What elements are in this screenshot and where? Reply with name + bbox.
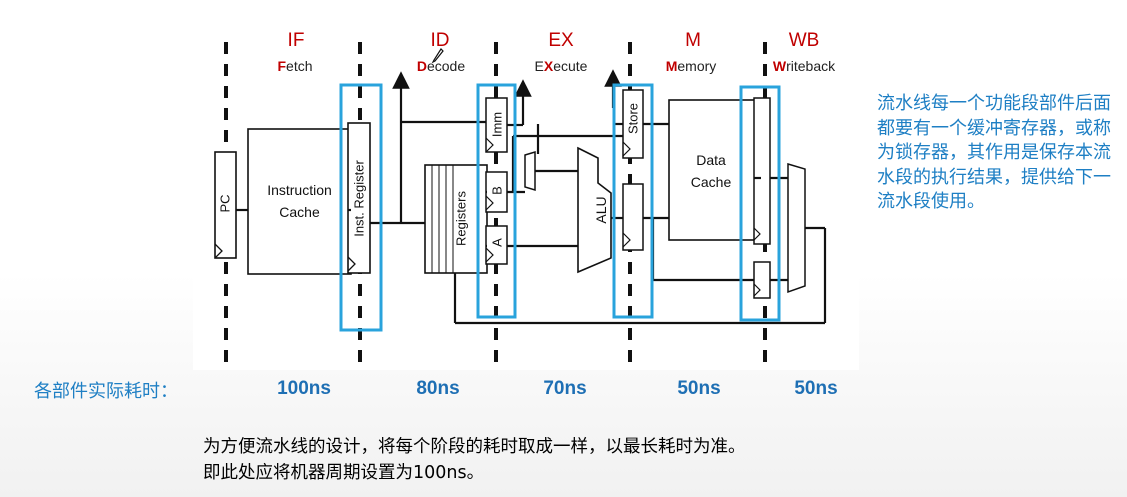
pipeline-diagram: IF Fetch ID Decode EX EXecute M Memory W… bbox=[193, 28, 859, 370]
pencil-icon bbox=[431, 48, 444, 63]
stage-m-subtitle-initial: M bbox=[665, 58, 678, 74]
registers-label: Registers bbox=[453, 191, 469, 246]
store-label: Store bbox=[625, 102, 641, 135]
mem-data-register bbox=[753, 97, 771, 245]
inst-register-label: Inst. Register bbox=[351, 160, 367, 237]
stage-ex-subtitle-prefix: E bbox=[534, 58, 544, 74]
alu-label: ALU bbox=[593, 196, 609, 224]
stage-if-subtitle-rest: etch bbox=[286, 58, 313, 74]
stage-ex-subtitle-rest: ecute bbox=[553, 58, 588, 74]
timing-id: 80ns bbox=[416, 378, 460, 399]
timing-wb: 50ns bbox=[794, 378, 838, 399]
stage-if-title: IF bbox=[287, 30, 305, 51]
alu-mux bbox=[524, 150, 536, 192]
timing-ex: 70ns bbox=[543, 378, 587, 399]
pc-label: PC bbox=[217, 194, 233, 213]
instruction-cache-label-line1: Instruction bbox=[267, 182, 332, 198]
latch-explanation-note: 流水线每一个功能段部件后面都要有一个缓冲寄存器，或称为锁存器，其作用是保存本流水… bbox=[877, 93, 1111, 212]
stage-m-subtitle-rest: emory bbox=[677, 58, 717, 74]
instruction-cache-label: Instruction Cache bbox=[248, 179, 351, 223]
stage-if-subtitle: Fetch bbox=[240, 58, 350, 74]
stage-if-subtitle-initial: F bbox=[277, 58, 287, 74]
stage-m-title: M bbox=[685, 30, 701, 51]
stage-wb-subtitle-rest: riteback bbox=[786, 58, 836, 74]
timing-m: 50ns bbox=[677, 378, 721, 399]
a-label: A bbox=[489, 238, 505, 247]
stage-id-subtitle-initial: D bbox=[416, 58, 427, 74]
stage-wb-title: WB bbox=[788, 30, 820, 51]
instruction-cache-label-line2: Cache bbox=[279, 204, 320, 220]
conclusion-line-1: 为方便流水线的设计，将每个阶段的耗时取成一样，以最长耗时为准。 bbox=[203, 437, 746, 457]
stage-m-subtitle: Memory bbox=[636, 58, 746, 74]
stage-wb-subtitle: Writeback bbox=[749, 58, 859, 74]
b-label: B bbox=[489, 186, 505, 195]
timing-title: 各部件实际耗时： bbox=[34, 381, 178, 402]
stage-ex-subtitle: EXecute bbox=[506, 58, 616, 74]
alu-out-register bbox=[753, 261, 771, 299]
conclusion-line-2: 即此处应将机器周期设置为100ns。 bbox=[203, 463, 485, 483]
stage-ex-subtitle-initial: X bbox=[543, 58, 554, 74]
data-cache-label-line2: Cache bbox=[690, 174, 732, 190]
stage-wb-subtitle-initial: W bbox=[772, 58, 787, 74]
imm-label: Imm bbox=[489, 111, 505, 138]
timing-if: 100ns bbox=[277, 378, 331, 399]
data-cache-label-line1: Data bbox=[696, 152, 726, 168]
stage-ex-title: EX bbox=[548, 30, 574, 51]
data-cache-label: Data Cache bbox=[671, 149, 751, 193]
writeback-mux bbox=[787, 162, 806, 294]
alu-result-register bbox=[622, 183, 644, 251]
